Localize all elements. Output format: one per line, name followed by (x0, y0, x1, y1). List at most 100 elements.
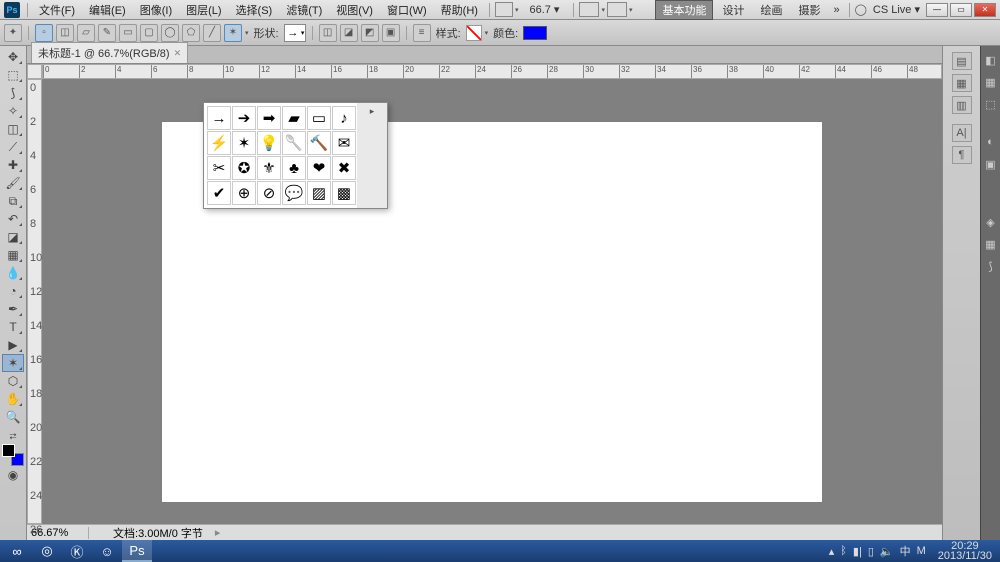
quickmask-icon[interactable]: ◉ (2, 466, 24, 484)
shape-option[interactable]: ▭ (307, 106, 331, 130)
tool-preset-icon[interactable]: ✦ (4, 24, 22, 42)
eyedropper-tool[interactable]: ⟋ (2, 138, 24, 156)
shape-layers-mode-icon[interactable]: ▫ (35, 24, 53, 42)
shape-option[interactable]: ➡ (257, 106, 281, 130)
shape-option[interactable]: ❤ (307, 156, 331, 180)
shape-option[interactable]: ♣ (282, 156, 306, 180)
lasso-tool[interactable]: ⟆ (2, 84, 24, 102)
shape-option[interactable]: ⚜ (257, 156, 281, 180)
crop-tool[interactable]: ◫ (2, 120, 24, 138)
swap-fgbg-icon[interactable]: ⮂ (2, 430, 24, 442)
shape-picker[interactable]: →▾ (284, 24, 306, 42)
doc-info-menu-icon[interactable]: ▸ (203, 526, 221, 539)
line-shape-icon[interactable]: ╱ (203, 24, 221, 42)
shape-option[interactable]: 💬 (282, 181, 306, 205)
layers-panel-icon[interactable]: ◈ (983, 214, 999, 230)
history-panel-icon[interactable]: ▦ (952, 74, 972, 92)
stamp-tool[interactable]: ⧉ (2, 192, 24, 210)
screen-mode-icon[interactable] (579, 2, 599, 17)
workspace-design[interactable]: 设计 (715, 0, 751, 20)
masks-panel-icon[interactable]: ▣ (983, 156, 999, 172)
window-close-button[interactable]: ✕ (974, 3, 996, 17)
menu-view[interactable]: 视图(V) (330, 0, 379, 20)
tray-up-icon[interactable]: ▴ (829, 545, 835, 558)
shape-option[interactable]: ✉ (332, 131, 356, 155)
character-panel-icon[interactable]: A| (952, 124, 972, 142)
style-swatch[interactable] (466, 25, 482, 41)
popup-flyout-icon[interactable]: ▸ (370, 106, 375, 117)
window-restore-button[interactable]: ▭ (950, 3, 972, 17)
doc-arrange-icon[interactable] (495, 2, 513, 17)
hand-tool[interactable]: ✋ (2, 390, 24, 408)
pen-tool-icon[interactable]: ✎ (98, 24, 116, 42)
doc-tab-close-icon[interactable]: ✕ (174, 48, 182, 59)
shape-option[interactable]: ✖ (332, 156, 356, 180)
menu-image[interactable]: 图像(I) (134, 0, 178, 20)
menu-window[interactable]: 窗口(W) (381, 0, 433, 20)
swatches-panel-icon[interactable]: ▦ (983, 74, 999, 90)
zoom-tool[interactable]: 🔍 (2, 408, 24, 426)
menu-filter[interactable]: 滤镜(T) (280, 0, 328, 20)
shape-option[interactable]: ▰ (282, 106, 306, 130)
shape-option[interactable]: ✪ (232, 156, 256, 180)
taskbar-app1-icon[interactable]: ∞ (2, 540, 32, 562)
menu-help[interactable]: 帮助(H) (435, 0, 484, 20)
shape-option[interactable]: ▨ (307, 181, 331, 205)
shape-option[interactable]: 🔨 (307, 131, 331, 155)
healing-tool[interactable]: ✚ (2, 156, 24, 174)
doc-tab[interactable]: 未标题-1 @ 66.7%(RGB/8)✕ (31, 42, 188, 63)
shape-option[interactable]: 🥄 (282, 131, 306, 155)
blur-tool[interactable]: 💧 (2, 264, 24, 282)
fill-pixels-mode-icon[interactable]: ▱ (77, 24, 95, 42)
shape-option[interactable]: ➔ (232, 106, 256, 130)
zoom-level-field[interactable]: 66.7 ▾ (520, 3, 568, 16)
path-select-tool[interactable]: ▶ (2, 336, 24, 354)
polygon-shape-icon[interactable]: ⬠ (182, 24, 200, 42)
tray-ime-icon[interactable]: 中 (900, 543, 911, 559)
eraser-tool[interactable]: ◪ (2, 228, 24, 246)
shape-option[interactable]: ♪ (332, 106, 356, 130)
shape-option[interactable]: ▩ (332, 181, 356, 205)
clock-date[interactable]: 2013/11/30 (938, 551, 992, 561)
shape-option[interactable]: ⊕ (232, 181, 256, 205)
shape-option[interactable]: → (207, 106, 231, 130)
window-minimize-button[interactable]: — (926, 3, 948, 17)
shape-option[interactable]: ⚡ (207, 131, 231, 155)
shape-option[interactable]: ⊘ (257, 181, 281, 205)
move-tool[interactable]: ✥ (2, 48, 24, 66)
tray-bluetooth-icon[interactable]: ᛒ (840, 545, 847, 557)
taskbar-chrome-icon[interactable]: ◎ (32, 540, 62, 562)
actions-panel-icon[interactable]: ▥ (952, 96, 972, 114)
workspace-photo[interactable]: 摄影 (791, 0, 827, 20)
extras-icon[interactable] (607, 2, 627, 17)
roundrect-shape-icon[interactable]: ▢ (140, 24, 158, 42)
custom-shape-icon[interactable]: ✶ (224, 24, 242, 42)
dodge-tool[interactable]: ◔ (2, 282, 24, 300)
wand-tool[interactable]: ✧ (2, 102, 24, 120)
type-tool[interactable]: T (2, 318, 24, 336)
workspace-painting[interactable]: 绘画 (753, 0, 789, 20)
paths-mode-icon[interactable]: ◫ (56, 24, 74, 42)
align-icon[interactable]: ≡ (413, 24, 431, 42)
history-brush-tool[interactable]: ↶ (2, 210, 24, 228)
shape-option[interactable]: ✂ (207, 156, 231, 180)
paths-panel-icon[interactable]: ⟆ (983, 258, 999, 274)
color-panel-icon[interactable]: ◧ (983, 52, 999, 68)
gradient-tool[interactable]: ▦ (2, 246, 24, 264)
minibridge-panel-icon[interactable]: ▤ (952, 52, 972, 70)
color-swatch[interactable] (523, 26, 547, 40)
3d-tool[interactable]: ⬡ (2, 372, 24, 390)
tray-wifi-icon[interactable]: ▮| (853, 545, 862, 558)
ellipse-shape-icon[interactable]: ◯ (161, 24, 179, 42)
rect-shape-icon[interactable]: ▭ (119, 24, 137, 42)
combine-add-icon[interactable]: ◫ (319, 24, 337, 42)
taskbar-qq-icon[interactable]: ☺ (92, 540, 122, 562)
brush-tool[interactable]: 🖌 (2, 174, 24, 192)
shape-option[interactable]: ✶ (232, 131, 256, 155)
custom-shape-tool[interactable]: ✶ (2, 354, 24, 372)
combine-intersect-icon[interactable]: ◩ (361, 24, 379, 42)
combine-subtract-icon[interactable]: ◪ (340, 24, 358, 42)
shape-option[interactable]: ✔ (207, 181, 231, 205)
channels-panel-icon[interactable]: ▦ (983, 236, 999, 252)
shape-option[interactable]: 💡 (257, 131, 281, 155)
